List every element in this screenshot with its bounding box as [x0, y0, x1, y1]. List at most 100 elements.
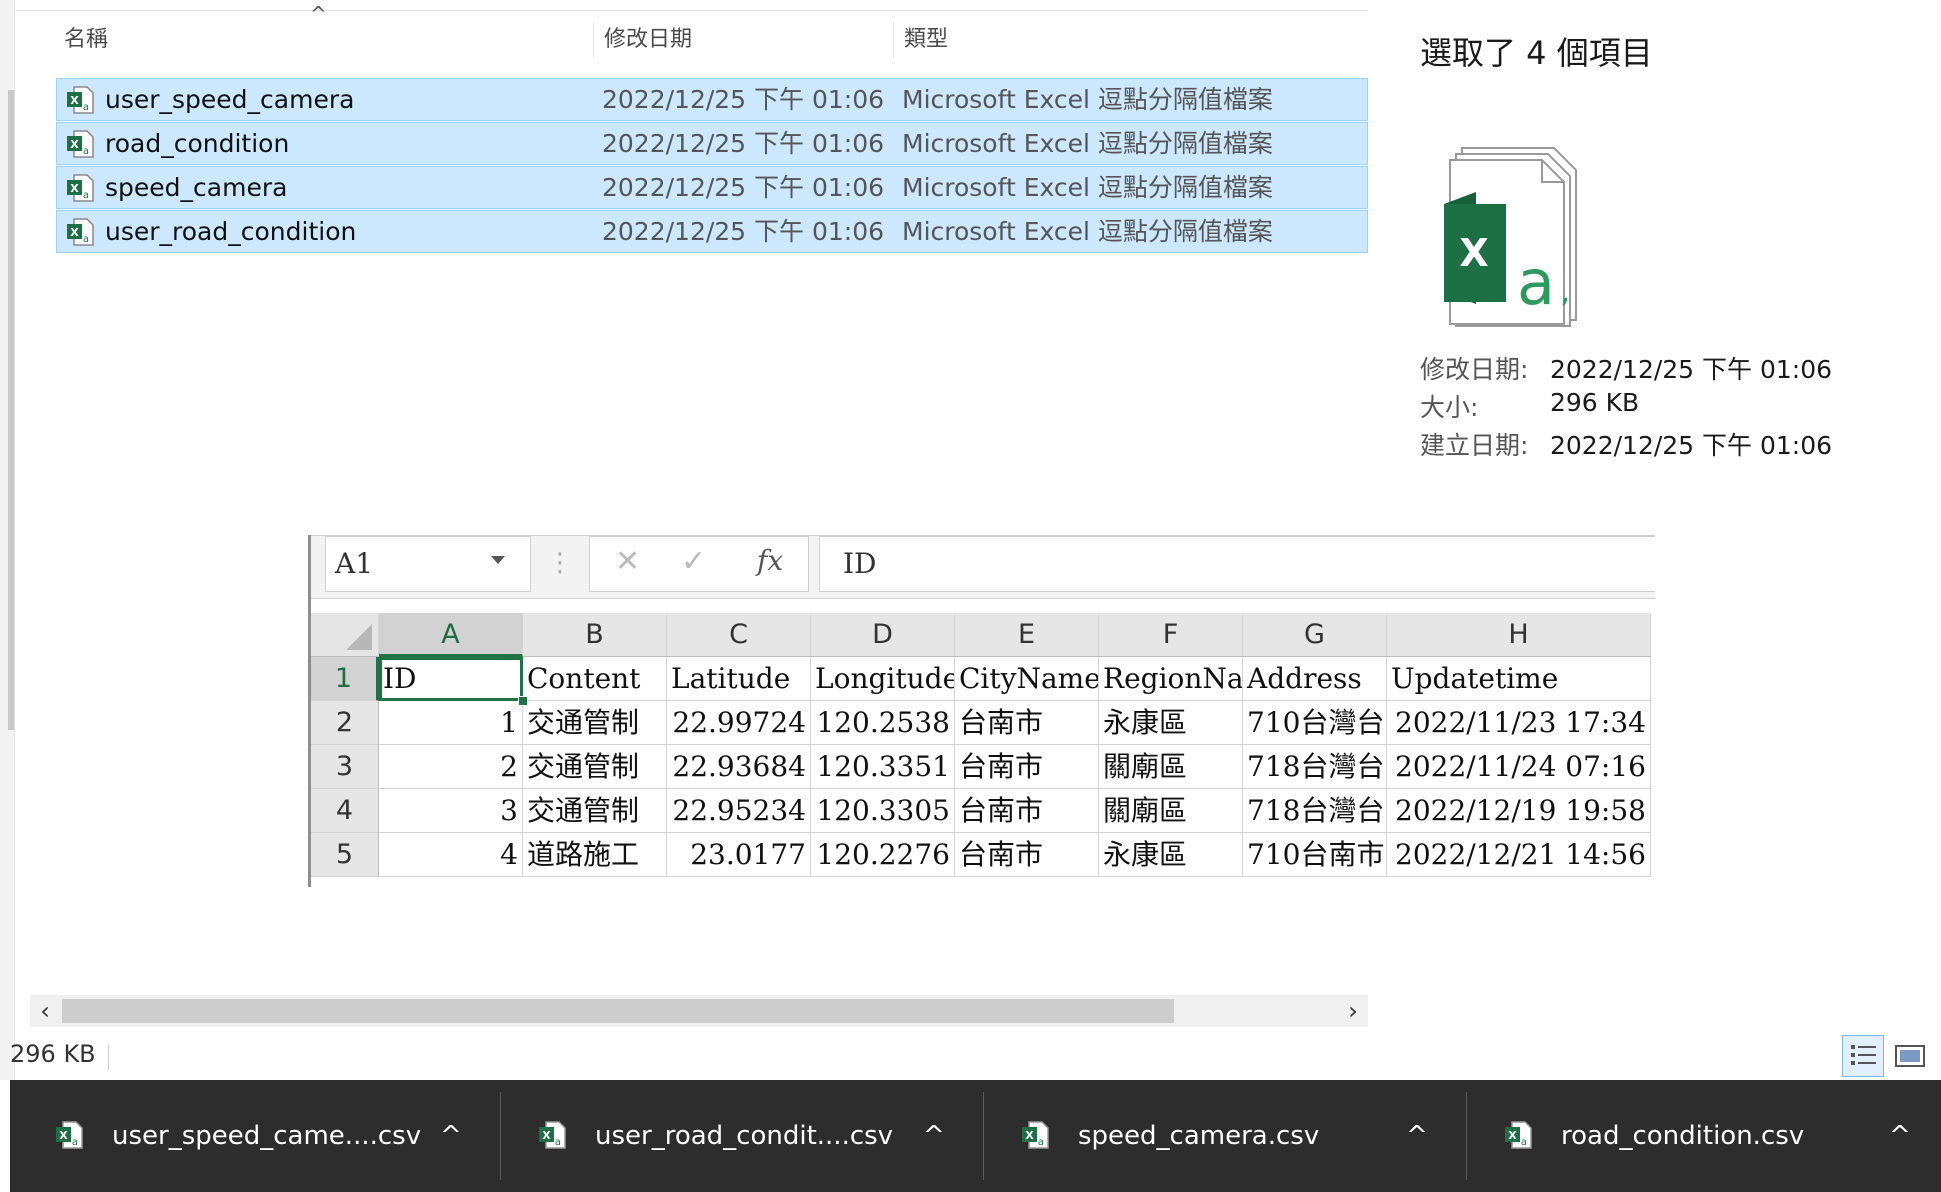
large-icons-view-icon[interactable] [1893, 1040, 1927, 1072]
file-row[interactable]: Xa user_speed_camera 2022/12/25 下午 01:06… [56, 78, 1368, 121]
column-header-d[interactable]: D [811, 613, 955, 657]
grid-cell[interactable]: 710台灣台 [1243, 701, 1387, 745]
grid-cell[interactable]: 關廟區 [1099, 745, 1243, 789]
chevron-up-icon[interactable]: ^ [1889, 1080, 1911, 1192]
grid-cell[interactable]: Content [523, 657, 667, 701]
resize-grip-icon[interactable]: ⋮ [547, 548, 573, 578]
file-date: 2022/12/25 下午 01:06 [602, 217, 885, 246]
grid-cell[interactable]: 23.0177 [667, 833, 811, 877]
row-header[interactable]: 2 [311, 701, 379, 745]
grid-cell[interactable]: 台南市 [955, 833, 1099, 877]
column-header-name[interactable]: 名稱 [54, 22, 594, 58]
grid-cell[interactable]: 22.99724 [667, 701, 811, 745]
grid-cell[interactable]: 2022/12/19 19:58 [1387, 789, 1651, 833]
column-header-date[interactable]: 修改日期 [594, 22, 894, 58]
column-header-name-label: 名稱 [64, 27, 109, 52]
check-icon[interactable]: ✓ [681, 544, 706, 579]
column-header-h[interactable]: H [1387, 613, 1651, 657]
fill-handle[interactable] [518, 696, 528, 706]
grid-cell[interactable]: 3 [379, 789, 523, 833]
grid-cell[interactable]: 120.3351 [811, 745, 955, 789]
file-row[interactable]: Xa road_condition 2022/12/25 下午 01:06 Mi… [56, 122, 1368, 165]
grid-cell[interactable]: 永康區 [1099, 833, 1243, 877]
grid-cell[interactable]: Latitude [667, 657, 811, 701]
grid-cell[interactable]: CityName [955, 657, 1099, 701]
row-header[interactable]: 4 [311, 789, 379, 833]
grid-cell[interactable]: 718台灣台 [1243, 789, 1387, 833]
grid-cell[interactable]: Address [1243, 657, 1387, 701]
column-header-f[interactable]: F [1099, 613, 1243, 657]
row-header[interactable]: 5 [311, 833, 379, 877]
column-header-a[interactable]: A [379, 613, 523, 657]
csv-file-icon: Xa [1505, 1121, 1532, 1149]
cancel-icon[interactable]: ✕ [615, 544, 640, 579]
row-header[interactable]: 3 [311, 745, 379, 789]
column-header-g[interactable]: G [1243, 613, 1387, 657]
select-all-button[interactable] [311, 613, 379, 657]
file-list: Xa user_speed_camera 2022/12/25 下午 01:06… [56, 78, 1368, 254]
name-box-value: A1 [335, 547, 374, 580]
grid-cell[interactable]: RegionNan [1099, 657, 1243, 701]
grid-cell[interactable]: 120.3305 [811, 789, 955, 833]
size-value: 296 KB [1550, 388, 1640, 417]
details-view-button[interactable] [1842, 1035, 1884, 1077]
grid-cell[interactable]: 22.93684 [667, 745, 811, 789]
download-item[interactable]: Xa speed_camera.csv ^ [976, 1080, 1466, 1192]
grid-cell[interactable]: 交通管制 [523, 701, 667, 745]
grid-cell[interactable]: 2022/11/24 07:16 [1387, 745, 1651, 789]
grid-cell[interactable]: 台南市 [955, 701, 1099, 745]
vertical-scrollbar-thumb[interactable] [8, 90, 14, 730]
scroll-right-icon[interactable]: › [1338, 995, 1368, 1027]
chevron-up-icon[interactable]: ^ [440, 1080, 462, 1192]
grid-cell[interactable]: 120.2276 [811, 833, 955, 877]
grid-cell[interactable]: 710台南市 [1243, 833, 1387, 877]
column-header-b[interactable]: B [523, 613, 667, 657]
horizontal-scrollbar-thumb[interactable] [62, 999, 1174, 1023]
download-item[interactable]: Xa road_condition.csv ^ [1459, 1080, 1941, 1192]
grid-cell[interactable]: 2 [379, 745, 523, 789]
column-header-e[interactable]: E [955, 613, 1099, 657]
grid-cell[interactable]: 2022/12/21 14:56 [1387, 833, 1651, 877]
svg-text:,: , [1560, 272, 1570, 310]
csv-file-icon: Xa [67, 218, 94, 246]
grid-cell[interactable]: 道路施工 [523, 833, 667, 877]
formula-input[interactable] [819, 536, 1655, 592]
csv-file-icon: Xa [67, 86, 94, 114]
grid-cell[interactable]: 2022/11/23 17:34 [1387, 701, 1651, 745]
grid-cell[interactable]: Longitude [811, 657, 955, 701]
scroll-left-icon[interactable]: ‹ [30, 995, 60, 1027]
csv-file-icon: Xa [539, 1121, 566, 1149]
grid-cell[interactable]: 永康區 [1099, 701, 1243, 745]
grid-cell[interactable]: 718台灣台 [1243, 745, 1387, 789]
grid-cell[interactable]: 台南市 [955, 789, 1099, 833]
column-header-type[interactable]: 類型 [894, 22, 1374, 58]
grid-cell[interactable]: 台南市 [955, 745, 1099, 789]
download-item[interactable]: Xa user_speed_came....csv ^ [10, 1080, 500, 1192]
grid-cell[interactable]: 1 [379, 701, 523, 745]
insert-function-icon[interactable]: fx [757, 544, 783, 577]
download-item[interactable]: Xa user_road_condit....csv ^ [493, 1080, 983, 1192]
created-label: 建立日期: [1420, 431, 1529, 460]
file-row[interactable]: Xa user_road_condition 2022/12/25 下午 01:… [56, 210, 1368, 253]
modified-label: 修改日期: [1420, 355, 1529, 384]
grid-cell[interactable]: ID [379, 657, 523, 701]
grid-cell[interactable]: Updatetime [1387, 657, 1651, 701]
grid-cell[interactable]: 120.2538 [811, 701, 955, 745]
status-size: 296 KB [10, 1040, 96, 1068]
file-type: Microsoft Excel 逗點分隔值檔案 [902, 217, 1273, 246]
chevron-up-icon[interactable]: ^ [923, 1080, 945, 1192]
grid-cell[interactable]: 交通管制 [523, 745, 667, 789]
select-all-icon [346, 624, 372, 650]
grid-cell[interactable]: 關廟區 [1099, 789, 1243, 833]
row-header[interactable]: 1 [311, 657, 379, 701]
chevron-down-icon[interactable] [491, 556, 505, 564]
file-row[interactable]: Xa speed_camera 2022/12/25 下午 01:06 Micr… [56, 166, 1368, 209]
chevron-up-icon[interactable]: ^ [1406, 1080, 1428, 1192]
grid-cell[interactable]: 4 [379, 833, 523, 877]
sort-ascending-icon: ^ [310, 2, 327, 26]
column-header-c[interactable]: C [667, 613, 811, 657]
grid-cell[interactable]: 交通管制 [523, 789, 667, 833]
grid-cell[interactable]: 22.95234 [667, 789, 811, 833]
svg-text:X: X [1025, 1129, 1034, 1142]
file-type: Microsoft Excel 逗點分隔值檔案 [902, 129, 1273, 158]
